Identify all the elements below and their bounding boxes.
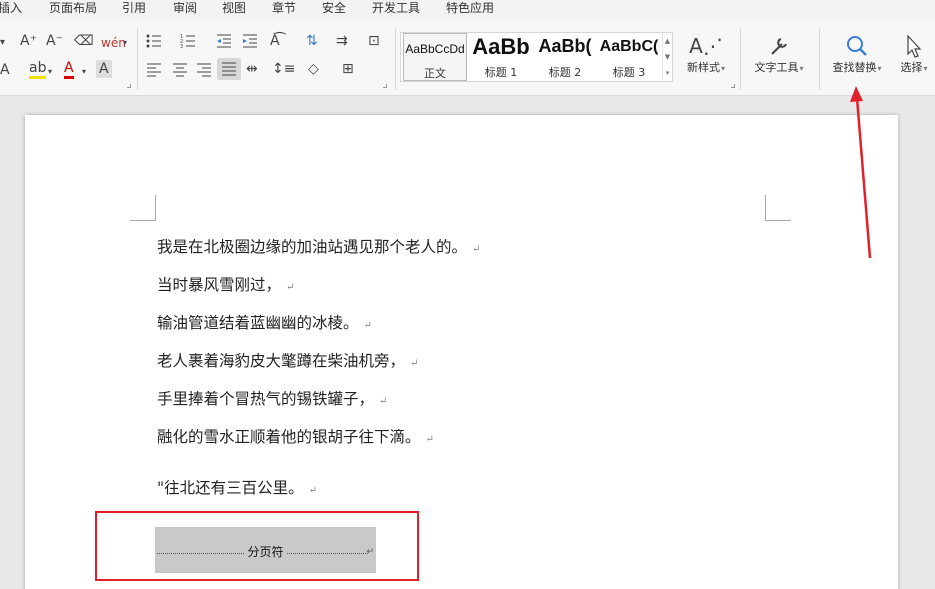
select-button[interactable]: 选择▾: [894, 32, 934, 77]
style-heading-3-label: 标题 3: [612, 66, 646, 79]
menu-page-layout[interactable]: 页面布局: [49, 0, 97, 16]
find-replace-button[interactable]: 查找替换▾: [826, 32, 888, 77]
align-right-icon[interactable]: [196, 62, 212, 78]
paragraph-mark-icon: ↵: [472, 244, 481, 255]
paragraph[interactable]: 输油管道结着蓝幽幽的冰棱。 ↵: [157, 313, 372, 336]
styles-dialog-launcher-icon[interactable]: [731, 84, 735, 88]
paragraph-mark-icon: ↵: [308, 485, 318, 496]
style-heading-2-label: 标题 2: [548, 66, 582, 79]
style-heading-1-sample: AaBb: [472, 34, 530, 59]
menu-references[interactable]: 引用: [122, 0, 146, 16]
paragraph[interactable]: 融化的雪水正顺着他的银胡子往下滴。 ↵: [157, 427, 434, 450]
line-spacing-group-icon[interactable]: ⇉: [336, 32, 348, 50]
paragraph-mark-icon: ↵: [410, 358, 419, 369]
paragraph[interactable]: 我是在北极圈边缘的加油站遇见那个老人的。 ↵: [157, 237, 480, 260]
align-justify-icon: [222, 62, 236, 76]
find-replace-label: 查找替换▾: [832, 61, 882, 74]
bullet-list-icon[interactable]: [146, 33, 162, 49]
shrink-font-button[interactable]: A⁻: [46, 32, 63, 50]
style-heading-3[interactable]: AaBbC( 标题 3: [597, 33, 661, 81]
font-color-dropdown-icon[interactable]: ▾: [82, 63, 86, 81]
style-normal-sample: AaBbCcDd: [405, 42, 465, 56]
menu-special-apps[interactable]: 特色应用: [446, 0, 494, 16]
menu-developer-tools[interactable]: 开发工具: [372, 0, 420, 16]
ribbon-divider: [819, 28, 820, 90]
styles-gallery: AaBbCcDd 正文 AaBb 标题 1 AaBb( 标题 2 AaBbC( …: [400, 32, 673, 82]
menu-insert[interactable]: 插入: [0, 0, 22, 16]
margin-corner-marker-right: [765, 195, 791, 221]
increase-indent-icon[interactable]: [242, 33, 258, 49]
menu-bar: 插入 页面布局 引用 审阅 视图 章节 安全 开发工具 特色应用: [0, 0, 935, 20]
search-icon: [847, 36, 867, 56]
style-normal[interactable]: AaBbCcDd 正文: [403, 33, 467, 81]
style-heading-2-sample: AaBb(: [538, 36, 592, 56]
ribbon: ▾ A⁺ A⁻ ⌫ wén ▾ A ab ▾ A ▾ A 123 A͡ ⇅ ⇉ …: [0, 20, 935, 96]
grow-font-button[interactable]: A⁺: [20, 32, 37, 50]
ribbon-divider: [740, 28, 741, 90]
borders-icon[interactable]: ⊞: [342, 60, 354, 78]
char-shading-button[interactable]: A: [96, 60, 112, 78]
paragraph[interactable]: 手里捧着个冒热气的锡铁罐子， ↵: [157, 389, 387, 412]
menu-security[interactable]: 安全: [322, 0, 346, 16]
font-size-dropdown-icon[interactable]: ▾: [0, 34, 5, 52]
align-center-icon[interactable]: [172, 62, 188, 78]
paragraph-shading-icon[interactable]: ◇: [308, 60, 319, 78]
font-color-button[interactable]: A: [64, 61, 74, 79]
svg-text:3: 3: [180, 44, 183, 49]
margin-corner-marker-left: [130, 195, 156, 221]
numbered-list-icon[interactable]: 123: [180, 33, 196, 49]
menu-chapter[interactable]: 章节: [272, 0, 296, 16]
annotation-highlight-box: [95, 511, 419, 581]
paragraph[interactable]: 老人裹着海豹皮大氅蹲在柴油机旁， ↵: [157, 351, 418, 374]
clear-format-button[interactable]: ⌫: [74, 32, 94, 50]
highlight-dropdown-icon[interactable]: ▾: [48, 63, 52, 81]
wrench-icon: [771, 38, 787, 55]
paragraph[interactable]: 当时暴风雪刚过， ↵: [157, 275, 294, 298]
new-style-button[interactable]: A⋰ 新样式▾: [680, 32, 732, 77]
style-heading-1-label: 标题 1: [484, 66, 518, 79]
distributed-align-icon[interactable]: ⇹: [246, 60, 258, 78]
line-spacing-icon[interactable]: ↕≡: [272, 60, 295, 78]
gallery-scroll[interactable]: ▲ ▼ ▾: [662, 33, 672, 81]
paragraph-dialog-launcher-icon[interactable]: [383, 84, 387, 88]
phonetic-dropdown-icon[interactable]: ▾: [123, 34, 127, 52]
align-left-icon[interactable]: [146, 62, 162, 78]
text-tools-label: 文字工具▾: [754, 61, 804, 74]
menu-view[interactable]: 视图: [222, 0, 246, 16]
style-normal-label: 正文: [424, 67, 446, 80]
select-label: 选择▾: [900, 61, 928, 74]
cursor-arrow-icon: [907, 34, 922, 58]
paragraph-mark-icon: ↵: [363, 320, 372, 331]
highlight-button[interactable]: ab: [29, 61, 47, 79]
justify-button[interactable]: [217, 58, 241, 80]
new-style-icon: A⋰: [689, 34, 723, 58]
style-heading-1[interactable]: AaBb 标题 1: [469, 33, 533, 81]
text-effect-button[interactable]: A: [0, 61, 10, 79]
new-style-label: 新样式▾: [686, 61, 725, 74]
style-heading-2[interactable]: AaBb( 标题 2: [533, 33, 597, 81]
decrease-indent-icon[interactable]: [216, 33, 232, 49]
ribbon-divider: [137, 28, 138, 90]
style-heading-3-sample: AaBbC(: [599, 38, 659, 55]
menu-review[interactable]: 审阅: [173, 0, 197, 16]
paragraph-mark-icon: ↵: [286, 282, 295, 293]
font-dialog-launcher-icon[interactable]: [127, 84, 131, 88]
text-direction-icon[interactable]: A͡: [270, 32, 280, 50]
paragraph-mark-icon: ↵: [425, 434, 434, 445]
paragraph[interactable]: "往北还有三百公里。 ↵: [157, 478, 317, 501]
table-grid-icon[interactable]: ⊡: [368, 32, 380, 50]
paragraph-mark-icon: ↵: [379, 396, 388, 407]
text-tools-button[interactable]: 文字工具▾: [748, 32, 810, 77]
ribbon-divider: [395, 28, 396, 90]
sort-icon[interactable]: ⇅: [306, 32, 318, 50]
